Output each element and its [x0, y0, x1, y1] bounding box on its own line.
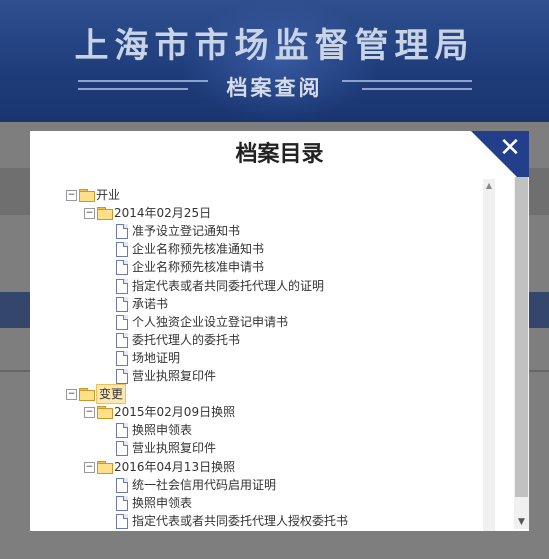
scrollbar-thumb[interactable]	[515, 177, 528, 497]
tree-node-label[interactable]: 统一社会信用代码启用证明	[132, 476, 276, 494]
tree-folder-row[interactable]: − 2015年02月09日换照	[66, 403, 506, 421]
tree-folder-row[interactable]: − 2016年04月13日换照	[66, 458, 506, 476]
document-icon	[116, 242, 128, 258]
tree-doc-row[interactable]: 承诺书	[66, 295, 506, 313]
document-icon	[116, 260, 128, 276]
document-icon	[116, 477, 128, 493]
tree-folder-row[interactable]: − 变更	[66, 384, 506, 405]
tree-node-label[interactable]: 变更	[96, 384, 127, 405]
tree-node-label[interactable]: 开业	[96, 186, 120, 204]
folder-icon	[79, 189, 95, 202]
dialog-scrollbar[interactable]: ▼	[514, 177, 529, 529]
collapse-toggle-icon[interactable]: −	[66, 389, 77, 401]
tree-node-label[interactable]: 指定代表或者共同委托代理人的证明	[132, 277, 324, 295]
page-title: 上海市市场监督管理局	[74, 26, 475, 66]
collapse-toggle-icon[interactable]: −	[66, 190, 77, 201]
tree-node-label[interactable]: 2016年04月13日换照	[114, 458, 235, 476]
tree-node-label[interactable]: 2014年02月25日	[114, 204, 211, 222]
tree-doc-row[interactable]: 场地证明	[66, 349, 506, 367]
tree-folder-row[interactable]: − 开业	[66, 186, 506, 204]
folder-icon-body	[79, 191, 95, 202]
folder-icon-body	[79, 390, 95, 402]
tree-node-label[interactable]: 营业执照复印件	[132, 439, 216, 457]
tree-node-label[interactable]: 个人独资企业设立登记申请书	[132, 313, 288, 331]
tree-doc-row[interactable]: 准予设立登记通知书	[66, 222, 506, 240]
tree-doc-row[interactable]: 企业名称预先核准申请书	[66, 258, 506, 276]
header-banner: 上海市市场监督管理局 档案查阅	[0, 0, 549, 122]
document-icon	[116, 423, 128, 439]
tree-folder-row[interactable]: − 2014年02月25日	[66, 204, 506, 222]
tree-doc-row[interactable]: 指定代表或者共同委托代理人授权委托书	[66, 512, 506, 530]
tree-node-label[interactable]: 2015年02月09日换照	[114, 403, 235, 421]
tree-doc-row[interactable]: 换照申领表	[66, 421, 506, 439]
folder-icon	[97, 460, 113, 474]
tree-node-label[interactable]: 委托代理人的委托书	[132, 331, 240, 349]
page-subtitle: 档案查阅	[226, 76, 323, 100]
dialog-title: 档案目录	[235, 142, 324, 167]
tree-node-label[interactable]: 指定代表或者共同委托代理人授权委托书	[132, 512, 348, 530]
document-icon	[116, 495, 128, 511]
tree-doc-row[interactable]: 营业执照复印件	[66, 367, 506, 385]
folder-icon-body	[97, 209, 113, 221]
document-icon	[116, 278, 128, 294]
tree-doc-row[interactable]: 统一社会信用代码启用证明	[66, 476, 506, 494]
document-icon	[116, 332, 128, 348]
tree-node-label[interactable]: 企业名称预先核准申请书	[132, 258, 264, 276]
folder-icon-body	[97, 408, 113, 420]
document-icon	[116, 224, 128, 240]
folder-icon-body	[97, 462, 113, 474]
tree-node-label[interactable]: 换照申领表	[132, 494, 192, 512]
scroll-down-icon[interactable]: ▼	[514, 517, 529, 527]
document-icon	[116, 513, 128, 529]
tree-node-label[interactable]: 场地证明	[132, 349, 180, 367]
archive-catalog-dialog: ✕ 档案目录 ▲ ▼ − 开业 −2014年02月25日 准予设立登记通知书 企业名称预…	[30, 131, 529, 531]
tree-doc-row[interactable]: 指定代表或者共同委托代理人的证明	[66, 277, 506, 295]
document-icon	[116, 441, 128, 457]
document-icon	[116, 314, 128, 330]
tree-doc-row[interactable]: 营业执照复印件	[66, 439, 506, 457]
tree-doc-row[interactable]: 换照申领表	[66, 494, 506, 512]
tree-doc-row[interactable]: 个人独资企业设立登记申请书	[66, 313, 506, 331]
folder-icon	[97, 406, 113, 420]
tree-doc-row[interactable]: 委托代理人的委托书	[66, 331, 506, 349]
collapse-toggle-icon[interactable]: −	[84, 208, 95, 220]
document-icon	[116, 296, 128, 312]
tree-node-label[interactable]: 换照申领表	[132, 421, 192, 439]
collapse-toggle-icon[interactable]: −	[84, 461, 95, 473]
tree-node-label[interactable]: 企业名称预先核准通知书	[132, 240, 264, 258]
folder-icon	[79, 388, 95, 402]
archive-tree: − 开业 −2014年02月25日 准予设立登记通知书 企业名称预先核准通知书 企业名称预…	[66, 186, 506, 531]
tree-node-label[interactable]: 营业执照复印件	[132, 367, 216, 385]
folder-icon	[97, 207, 113, 221]
document-icon	[116, 350, 128, 366]
collapse-toggle-icon[interactable]: −	[84, 407, 95, 419]
tree-node-label[interactable]: 准予设立登记通知书	[132, 222, 240, 240]
document-icon	[116, 369, 128, 384]
tree-doc-row[interactable]: 企业名称预先核准通知书	[66, 240, 506, 258]
tree-node-label[interactable]: 承诺书	[132, 295, 168, 313]
